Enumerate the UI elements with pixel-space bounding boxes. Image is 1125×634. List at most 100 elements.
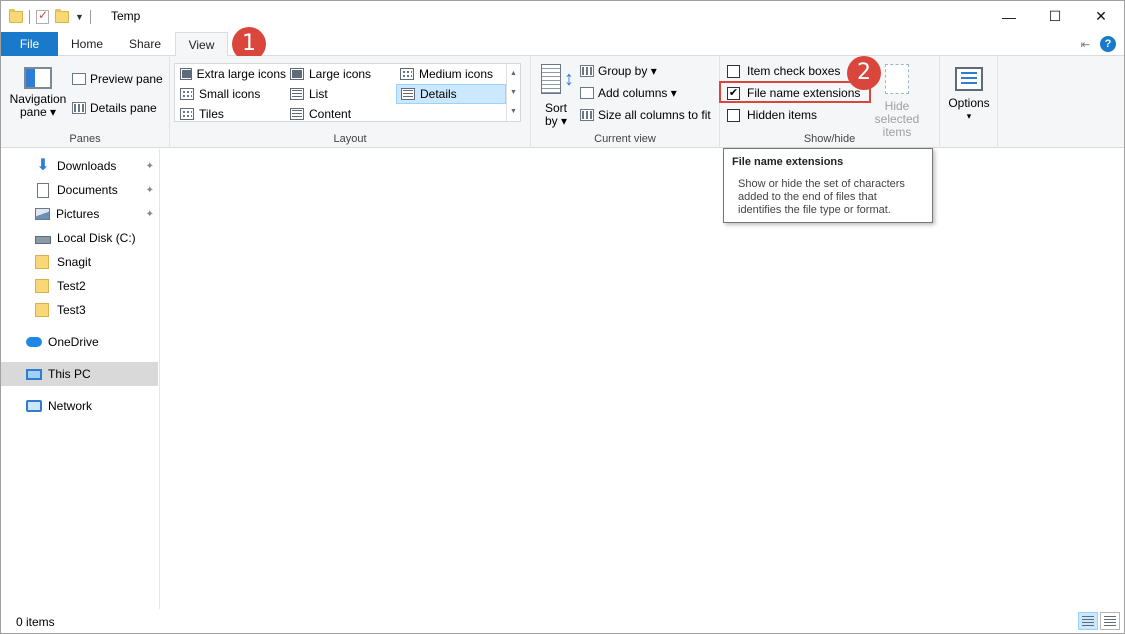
sort-by-button[interactable]: ↕ Sort by ▾ <box>539 64 574 128</box>
nav-item-label: Pictures <box>56 207 100 221</box>
add-columns-label: Add columns ▾ <box>598 86 677 100</box>
tab-home[interactable]: Home <box>58 32 116 56</box>
nav-item-pictures[interactable]: Pictures ✦ <box>1 202 158 226</box>
window-controls: — ☐ ✕ <box>986 1 1124 32</box>
details-pane-button[interactable]: Details pane <box>72 99 157 117</box>
preview-pane-button[interactable]: Preview pane <box>72 70 163 88</box>
layout-content[interactable]: Content <box>286 105 396 123</box>
nav-item-snagit[interactable]: Snagit <box>1 250 158 274</box>
customize-toolbar-icon[interactable]: ▼ <box>75 12 84 22</box>
layout-item-label: Medium icons <box>419 67 494 81</box>
current-view-group: ↕ Sort by ▾ Group by ▾ Add columns ▾ Siz… <box>531 56 720 148</box>
layout-extra-large-icons[interactable]: Extra large icons <box>176 65 286 83</box>
layout-gallery-scroller[interactable]: ▲ ▼ ▼ <box>506 64 520 121</box>
pin-icon[interactable]: ✦ <box>146 209 154 220</box>
layout-gallery: Extra large icons Large icons Medium ico… <box>174 63 521 122</box>
folder-icon <box>35 255 49 269</box>
separator <box>29 10 30 24</box>
layout-medium-icons[interactable]: Medium icons <box>396 65 506 83</box>
hide-selected-icon <box>885 64 909 94</box>
highlight-box <box>719 81 871 103</box>
scroll-down-icon[interactable]: ▼ <box>507 83 520 102</box>
group-by-icon <box>580 65 594 77</box>
cloud-icon <box>26 337 42 347</box>
layout-tiles[interactable]: Tiles <box>176 105 286 123</box>
nav-item-label: Test2 <box>57 279 86 293</box>
item-check-boxes-toggle[interactable]: Item check boxes <box>727 64 840 78</box>
network-icon <box>26 400 42 412</box>
item-check-boxes-label: Item check boxes <box>747 64 841 78</box>
nav-item-this-pc[interactable]: This PC <box>1 362 158 386</box>
pictures-icon <box>35 208 50 220</box>
medium-icons-icon <box>400 68 414 80</box>
close-button[interactable]: ✕ <box>1078 1 1124 32</box>
group-label-show-hide: Show/hide <box>803 133 856 145</box>
step-badge-2: 2 <box>847 56 881 90</box>
group-by-label: Group by ▾ <box>598 64 657 78</box>
details-pane-icon <box>72 102 86 114</box>
hidden-items-toggle[interactable]: Hidden items <box>727 108 817 122</box>
nav-item-network[interactable]: Network <box>1 394 158 418</box>
hidden-items-checkbox[interactable] <box>727 108 740 122</box>
nav-item-local-disk[interactable]: Local Disk (C:) <box>1 226 158 250</box>
add-columns-icon <box>580 87 594 99</box>
options-group: Options ▾ <box>940 56 998 148</box>
expand-gallery-icon[interactable]: ▼ <box>507 102 520 121</box>
layout-item-label: List <box>309 87 328 101</box>
layout-large-icons[interactable]: Large icons <box>286 65 396 83</box>
details-view-button[interactable] <box>1078 612 1098 630</box>
navigation-pane-button[interactable]: Navigation pane ▾ <box>7 67 69 119</box>
scroll-up-icon[interactable]: ▲ <box>507 64 520 83</box>
navigation-pane: ⬇ Downloads ✦ Documents ✦ Pictures ✦ Loc… <box>1 149 160 609</box>
properties-icon[interactable] <box>36 8 49 24</box>
file-explorer-window: ▼ Temp — ☐ ✕ File Home Share View ⇤ ? 1 … <box>0 0 1125 634</box>
large-icons-view-button[interactable] <box>1100 612 1120 630</box>
help-icon[interactable]: ? <box>1100 36 1116 52</box>
nav-item-downloads[interactable]: ⬇ Downloads ✦ <box>1 154 158 178</box>
nav-item-onedrive[interactable]: OneDrive <box>1 330 158 354</box>
layout-item-label: Details <box>420 87 457 101</box>
drive-icon <box>35 236 51 244</box>
nav-item-label: Test3 <box>57 303 86 317</box>
size-columns-button[interactable]: Size all columns to fit <box>580 106 711 124</box>
panes-group: Navigation pane ▾ Preview pane Details p… <box>1 56 170 148</box>
minimize-button[interactable]: — <box>986 1 1032 32</box>
hide-selected-label: Hide selected <box>874 99 920 126</box>
maximize-button[interactable]: ☐ <box>1032 1 1078 32</box>
status-bar: 0 items <box>1 611 1124 633</box>
view-switcher <box>1078 612 1120 630</box>
folder-icon <box>35 303 49 317</box>
tab-view[interactable]: View <box>175 32 228 57</box>
nav-item-test3[interactable]: Test3 <box>1 298 158 322</box>
navigation-pane-label-2: pane ▾ <box>19 105 57 119</box>
nav-item-label: OneDrive <box>48 335 99 349</box>
quick-access-toolbar: ▼ <box>9 7 91 27</box>
pin-icon[interactable]: ✦ <box>146 185 154 196</box>
options-icon <box>955 67 983 91</box>
layout-item-label: Tiles <box>199 107 224 121</box>
layout-list[interactable]: List <box>286 85 396 103</box>
new-folder-icon[interactable] <box>55 9 69 23</box>
layout-item-label: Extra large icons <box>196 67 286 81</box>
large-icons-icon <box>290 68 304 80</box>
add-columns-button[interactable]: Add columns ▾ <box>580 84 677 102</box>
folder-icon <box>9 9 23 23</box>
ribbon-tab-bar: File Home Share View ⇤ ? <box>1 32 1124 57</box>
item-check-boxes-checkbox[interactable] <box>727 64 740 78</box>
layout-small-icons[interactable]: Small icons <box>176 85 286 103</box>
nav-item-test2[interactable]: Test2 <box>1 274 158 298</box>
nav-item-documents[interactable]: Documents ✦ <box>1 178 158 202</box>
group-label-panes: Panes <box>69 133 101 145</box>
ribbon-extra-controls: ⇤ ? <box>1081 36 1116 52</box>
group-by-button[interactable]: Group by ▾ <box>580 62 657 80</box>
pin-icon[interactable]: ✦ <box>146 161 154 172</box>
options-button[interactable]: Options ▾ <box>944 67 994 123</box>
expand-ribbon-icon[interactable]: ⇤ <box>1081 38 1090 51</box>
tab-file[interactable]: File <box>1 32 58 56</box>
file-list-area[interactable] <box>161 149 1123 609</box>
layout-details[interactable]: Details <box>396 84 506 104</box>
sort-label-2: by ▾ <box>544 114 568 128</box>
tab-share[interactable]: Share <box>116 32 174 56</box>
chevron-down-icon: ▾ <box>966 111 972 121</box>
details-icon <box>401 88 415 100</box>
